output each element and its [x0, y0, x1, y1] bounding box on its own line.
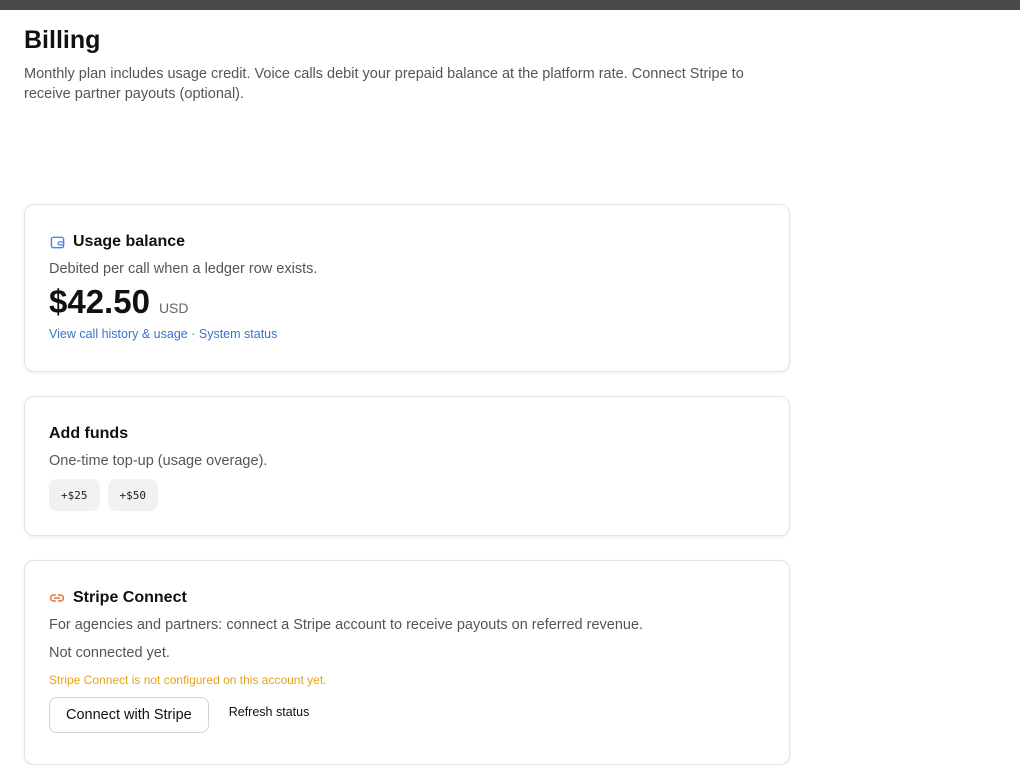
usage-balance-card: Usage balance Debited per call when a le…	[24, 204, 790, 372]
add-funds-title: Add funds	[49, 425, 129, 442]
stripe-connect-header: Stripe Connect	[49, 587, 765, 609]
page-description: Monthly plan includes usage credit. Voic…	[24, 66, 744, 102]
page-title: Billing	[24, 26, 101, 54]
balance-amount: $42.50	[49, 283, 150, 320]
stripe-warning: Stripe Connect is not configured on this…	[49, 673, 327, 687]
topup-options: +$25 +$50	[49, 479, 765, 511]
stripe-actions: Connect with Stripe Refresh status	[49, 697, 765, 733]
stripe-connect-title: Stripe Connect	[73, 589, 187, 606]
stripe-connect-card: Stripe Connect For agencies and partners…	[24, 560, 790, 765]
wallet-icon	[49, 234, 65, 250]
add-funds-card: Add funds One-time top-up (usage overage…	[24, 396, 790, 536]
usage-balance-header: Usage balance	[49, 231, 765, 253]
billing-page: Billing Monthly plan includes usage cred…	[24, 24, 794, 765]
stripe-connect-subtitle: For agencies and partners: connect a Str…	[49, 617, 644, 633]
refresh-status-button[interactable]: Refresh status	[229, 705, 310, 719]
topup-50-button[interactable]: +$50	[107, 479, 158, 511]
connection-status: Not connected yet.	[49, 645, 170, 661]
balance-currency: USD	[158, 300, 189, 316]
topup-25-button[interactable]: +$25	[49, 479, 100, 511]
window-top-bar	[0, 0, 1020, 10]
balance-row: $42.50 USD	[49, 281, 765, 323]
add-funds-header: Add funds	[49, 423, 765, 445]
usage-balance-subtitle: Debited per call when a ledger row exist…	[49, 261, 318, 277]
call-history-link[interactable]: View call history & usage	[49, 327, 188, 341]
connect-stripe-button[interactable]: Connect with Stripe	[49, 697, 209, 733]
link-separator: ·	[191, 327, 196, 341]
add-funds-subtitle: One-time top-up (usage overage).	[49, 453, 268, 469]
system-status-link[interactable]: System status	[199, 327, 278, 341]
usage-links: View call history & usage · System statu…	[49, 325, 765, 343]
link-icon	[49, 590, 65, 606]
usage-balance-title: Usage balance	[73, 233, 186, 250]
